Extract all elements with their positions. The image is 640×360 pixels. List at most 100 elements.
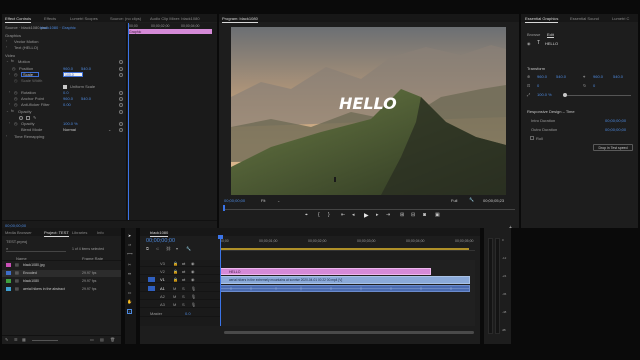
master-style-button[interactable]: Drop in Test speed [593, 144, 633, 151]
project-item[interactable]: ▤ aerial hikers in the abstract 29.97 fps [2, 286, 121, 293]
expand-arrow-icon[interactable]: › [9, 72, 10, 76]
settings-wrench-icon[interactable]: 🔧 [186, 246, 191, 251]
master-volume[interactable]: 0.0 [185, 311, 191, 316]
tab-project[interactable]: Project: TEST [44, 230, 69, 237]
ellipse-mask-icon[interactable] [19, 116, 23, 120]
eg-scale-slider-handle[interactable] [563, 93, 567, 97]
step-forward-icon[interactable]: ▸ [376, 212, 379, 218]
export-frame-icon[interactable]: ◙ [423, 212, 426, 218]
eg-scale-slider[interactable] [563, 93, 631, 97]
sequence-clip-label[interactable]: black1080 · Graphic [40, 25, 76, 30]
track-header-v1[interactable]: V1 🔒 ⇄ ◉ [140, 276, 220, 283]
reset-icon[interactable] [119, 91, 123, 95]
sync-icon[interactable]: ⇄ [182, 277, 185, 282]
program-scrubber[interactable] [223, 205, 515, 211]
track-header-v2[interactable]: V2 🔒 ⇄ ◉ [140, 268, 220, 275]
flicker-value[interactable]: 0.00 [63, 102, 71, 107]
audio-clip[interactable] [220, 285, 470, 292]
eg-anchor-y[interactable]: 540.0 [613, 74, 623, 79]
eg-tab-edit[interactable]: Edit [547, 32, 554, 38]
expand-arrow-icon[interactable]: › [6, 45, 7, 49]
tab-info[interactable]: Info [97, 230, 104, 235]
new-bin-icon[interactable]: ▭ [90, 337, 94, 342]
label-color-swatch[interactable] [6, 287, 11, 291]
lift-icon[interactable]: ⊞ [400, 212, 404, 218]
selection-tool-icon[interactable]: ➤ [127, 233, 132, 238]
extract-icon[interactable]: ⊟ [411, 212, 415, 218]
tab-lumetri-scopes[interactable]: Lumetri Scopes [70, 16, 98, 21]
stopwatch-icon[interactable]: ◷ [12, 66, 16, 71]
reset-icon[interactable] [119, 67, 123, 71]
mini-playhead[interactable] [128, 23, 129, 228]
new-item-icon[interactable]: ▤ [100, 337, 104, 342]
motion-row[interactable]: ⌄ fx Motion [2, 59, 124, 65]
mute-button[interactable]: M [173, 286, 176, 291]
mic-icon[interactable]: 🎙 [191, 302, 196, 307]
fx-badge-icon[interactable]: fx [11, 109, 14, 113]
stopwatch-icon[interactable]: ◷ [14, 72, 18, 77]
scale-value[interactable]: 100.0 [64, 73, 82, 77]
go-to-in-icon[interactable]: ⇤ [341, 212, 345, 218]
razor-tool-icon[interactable]: ✂ [127, 262, 132, 267]
eg-anchor-x[interactable]: 960.0 [593, 74, 603, 79]
expand-arrow-icon[interactable]: › [9, 121, 10, 125]
uniform-scale-checkbox[interactable] [63, 85, 67, 89]
program-title[interactable]: Program: black1080 [222, 16, 258, 23]
chevron-down-icon[interactable]: ⌄ [108, 127, 111, 132]
time-remap-row[interactable]: › Time Remapping [2, 134, 124, 140]
pencil-icon[interactable]: ✎ [5, 337, 8, 342]
snap-icon[interactable]: ⊂ [156, 246, 159, 251]
search-icon[interactable]: ⌕ [6, 246, 8, 251]
expand-arrow-icon[interactable]: › [9, 102, 10, 106]
track-label-v2[interactable]: V2 [160, 269, 165, 274]
reset-icon[interactable] [119, 73, 123, 77]
lock-icon[interactable]: 🔒 [173, 269, 178, 274]
sync-icon[interactable]: ⇄ [182, 261, 185, 266]
rotation-value[interactable]: 0.0 [63, 90, 69, 95]
go-to-out-icon[interactable]: ⇥ [386, 212, 390, 218]
track-label-a1[interactable]: A1 [160, 286, 165, 291]
stopwatch-icon[interactable]: ◷ [14, 121, 18, 126]
clip-selector[interactable]: Source · black1080.psd black1080 · Graph… [2, 25, 124, 31]
project-item[interactable]: ▤ black1080 29.97 fps [2, 278, 121, 285]
scale-value-field[interactable]: 100.0 [63, 72, 83, 77]
mute-button[interactable]: M [173, 302, 176, 307]
project-item-name[interactable]: Encoded [23, 271, 37, 275]
video-clip[interactable]: aerial hikers in the extremely mountains… [220, 276, 470, 284]
tab-lumetri-color[interactable]: Lumetri C [612, 16, 629, 21]
flicker-row[interactable]: › ◷ Anti-flicker Filter 0.00 [2, 102, 124, 108]
solo-button[interactable]: S [182, 294, 185, 299]
position-y-value[interactable]: 540.0 [81, 66, 91, 71]
tab-essential-sound[interactable]: Essential Sound [570, 16, 599, 21]
wrench-icon[interactable]: 🔧 [469, 197, 474, 202]
timeline-ruler[interactable]: 00;00 00;00;01;00 00;00;02;00 00;00;03;0… [220, 237, 475, 251]
play-icon[interactable]: ▶ [364, 212, 369, 219]
timeline-timecode[interactable]: 00;00;00;00 [146, 238, 175, 244]
scrubber-playhead[interactable] [223, 205, 225, 211]
eg-pos-y[interactable]: 540.0 [556, 74, 566, 79]
label-color-swatch[interactable] [6, 279, 11, 283]
eye-icon[interactable]: ◉ [527, 41, 531, 46]
reset-icon[interactable] [119, 122, 123, 126]
stopwatch-icon[interactable]: ◷ [14, 90, 18, 95]
tab-media-browser[interactable]: Media Browser [5, 230, 32, 235]
anchor-x-value[interactable]: 960.0 [63, 96, 73, 101]
in-point-icon[interactable]: { [318, 212, 320, 218]
trash-icon[interactable]: 🗑 [110, 337, 115, 342]
fx-badge-icon[interactable]: fx [11, 59, 14, 63]
slip-tool-icon[interactable]: ⇹ [127, 271, 132, 276]
icon-view-icon[interactable]: ▦ [22, 337, 26, 342]
linked-selection-icon[interactable]: ⛓ [166, 246, 171, 251]
tab-essential-graphics[interactable]: Essential Graphics [525, 16, 559, 23]
project-item[interactable]: ▤ Encoded 29.97 fps [2, 270, 121, 277]
timeline-scrollbar[interactable] [224, 331, 474, 334]
add-marker-icon[interactable]: ▾ [176, 246, 178, 251]
project-item[interactable]: ▤ black1080.jpg [2, 262, 121, 269]
mute-button[interactable]: M [173, 294, 176, 299]
zoom-slider[interactable] [32, 340, 58, 341]
track-label-v3[interactable]: V3 [160, 261, 165, 266]
expand-arrow-icon[interactable]: › [6, 39, 7, 43]
project-item-name[interactable]: black1080.jpg [23, 263, 45, 267]
expand-arrow-icon[interactable]: › [9, 90, 10, 94]
tab-libraries[interactable]: Libraries [72, 230, 87, 235]
